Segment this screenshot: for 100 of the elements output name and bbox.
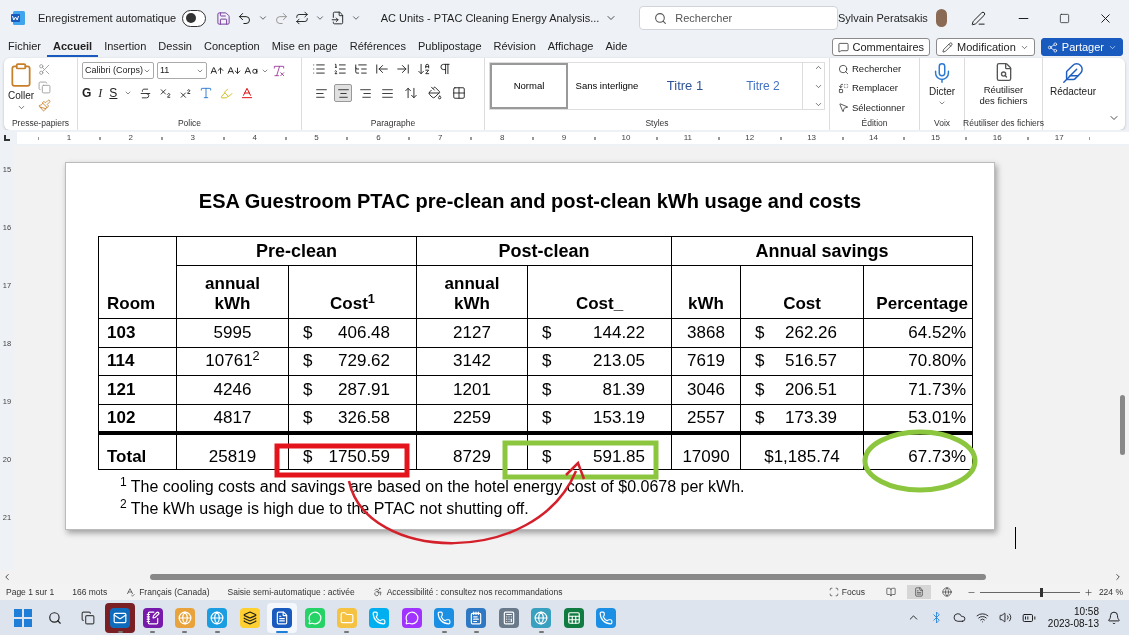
restore-icon[interactable] — [1059, 12, 1070, 24]
ribbon-tab[interactable]: Conception — [198, 37, 266, 57]
zoom-reading[interactable]: 224 % — [1098, 585, 1123, 599]
status-item[interactable]: 166 mots — [72, 585, 108, 599]
user-avatar[interactable] — [935, 9, 947, 27]
scroll-right-icon[interactable] — [1113, 572, 1123, 582]
reuse-files-button[interactable]: Réutiliser des fichiers — [969, 62, 1038, 106]
ribbon-tab[interactable]: Références — [343, 37, 412, 57]
find-button[interactable]: Rechercher — [838, 62, 905, 77]
shading-icon[interactable] — [428, 86, 442, 100]
numbering-icon[interactable] — [333, 62, 347, 76]
italic-button[interactable]: I — [98, 86, 103, 100]
caret-icon[interactable] — [257, 13, 268, 23]
select-button[interactable]: Sélectionner — [838, 100, 905, 115]
ribbon-tab[interactable]: Affichage — [541, 37, 600, 57]
clock-time[interactable]: 10:58 — [1073, 605, 1099, 618]
strikethrough-icon[interactable] — [139, 86, 153, 100]
replace-button[interactable]: Remplacer — [838, 81, 905, 96]
align-icon — [336, 86, 350, 100]
more-styles-icon[interactable] — [814, 100, 823, 109]
ribbon-tab[interactable]: Mise en page — [265, 37, 344, 57]
pilcrow-icon[interactable] — [438, 62, 452, 76]
status-item[interactable]: Français (Canada) — [139, 585, 210, 599]
ribbon-tab[interactable]: Dessin — [152, 37, 198, 57]
zoom-slider-thumb[interactable] — [1039, 587, 1043, 597]
autosave-toggle[interactable] — [182, 9, 206, 27]
format-painter-icon[interactable] — [38, 99, 52, 112]
notification-icon[interactable] — [1107, 610, 1121, 625]
accessibility-icon[interactable] — [372, 587, 383, 597]
share-button[interactable]: Partager — [1040, 38, 1123, 56]
ribbon-tab[interactable]: Publipostage — [411, 37, 488, 57]
user-name: Sylvain Peratsakis — [838, 10, 928, 26]
editor-button[interactable]: Rédacteur — [1047, 62, 1099, 99]
scrollbar-thumb[interactable] — [150, 574, 986, 580]
tab-stop-icon[interactable] — [4, 135, 10, 141]
mode-button[interactable]: Modification — [936, 38, 1035, 56]
cut-icon[interactable] — [38, 63, 52, 76]
scroll-left-icon[interactable] — [2, 572, 12, 582]
text-cursor — [1015, 527, 1016, 549]
search-field[interactable]: Rechercher — [639, 6, 838, 30]
style-item[interactable]: Titre 2 — [724, 63, 802, 109]
repeat-icon[interactable] — [294, 11, 309, 25]
currency-sign: $ — [755, 322, 765, 343]
replace-icon — [838, 82, 849, 94]
taskbar-app[interactable] — [105, 602, 136, 633]
comments-button[interactable]: Commentaires — [831, 38, 931, 56]
line-spacing-icon[interactable] — [404, 86, 418, 100]
language-icon[interactable] — [125, 587, 136, 597]
align-button[interactable] — [334, 84, 352, 102]
ribbon-tab[interactable]: Révision — [487, 37, 542, 57]
volume-icon[interactable] — [998, 611, 1012, 624]
print-view-icon — [913, 587, 924, 597]
decrease-indent-icon[interactable] — [375, 62, 389, 76]
status-item[interactable]: Page 1 sur 1 — [6, 585, 55, 599]
zoom-in-icon[interactable] — [1083, 587, 1093, 597]
amount: 591.85 — [593, 449, 645, 465]
ribbon-tab[interactable]: Fichier — [2, 37, 47, 57]
taskbar-app[interactable] — [267, 602, 298, 633]
view-button[interactable] — [906, 585, 931, 599]
style-item[interactable]: Normal — [490, 63, 568, 109]
font-size-field[interactable]: 11 — [157, 62, 207, 79]
sort-icon[interactable] — [417, 62, 431, 76]
scroll-up-icon[interactable] — [814, 63, 823, 72]
save-icon[interactable] — [215, 10, 231, 26]
bold-button[interactable]: G — [82, 86, 92, 100]
increase-indent-icon[interactable] — [396, 62, 410, 76]
caret-icon[interactable] — [314, 13, 325, 23]
cloud-icon[interactable] — [952, 611, 966, 624]
superscript-icon[interactable] — [179, 86, 193, 100]
document-icon[interactable] — [330, 11, 345, 25]
underline-button[interactable]: S — [109, 86, 118, 100]
pen-icon[interactable] — [971, 10, 986, 26]
style-item[interactable]: Sans interligne — [568, 63, 646, 109]
ribbon-tab[interactable]: Aide — [599, 37, 634, 57]
borders-icon[interactable] — [452, 86, 466, 100]
caret-icon[interactable] — [124, 89, 133, 97]
caret-icon[interactable] — [350, 13, 361, 23]
clock-date[interactable]: 2023-08-13 — [1047, 617, 1099, 630]
currency-sign: $ — [542, 351, 552, 372]
status-item[interactable]: Accessibilité : consultez nos recommandations — [386, 585, 563, 599]
board-app-icon — [239, 607, 260, 628]
wifi-icon[interactable] — [975, 611, 989, 624]
font-color-icon[interactable] — [240, 86, 255, 100]
redo-icon[interactable] — [273, 10, 289, 26]
clear-format-icon[interactable] — [272, 63, 286, 78]
amount: 326.58 — [338, 407, 390, 428]
bullets-icon[interactable] — [312, 62, 326, 76]
multilevel-list-icon[interactable] — [354, 62, 368, 76]
dictate-button[interactable]: Dicter — [924, 62, 960, 107]
focus-button[interactable]: Focus — [828, 585, 865, 599]
autosave-label: Enregistrement automatique — [38, 10, 177, 26]
subscript-icon[interactable] — [159, 86, 173, 100]
font-family-field[interactable]: Calibri (Corps) — [82, 62, 154, 79]
undo-icon[interactable] — [236, 10, 252, 26]
status-item[interactable]: Saisie semi-automatique : activée — [227, 585, 355, 599]
paste-button[interactable]: Coller — [8, 62, 35, 112]
scrollbar-thumb[interactable] — [1120, 395, 1125, 455]
ribbon-tab[interactable]: Insertion — [98, 37, 153, 57]
style-item[interactable]: Titre 1 — [646, 63, 724, 109]
text-effects-icon[interactable] — [199, 86, 214, 100]
